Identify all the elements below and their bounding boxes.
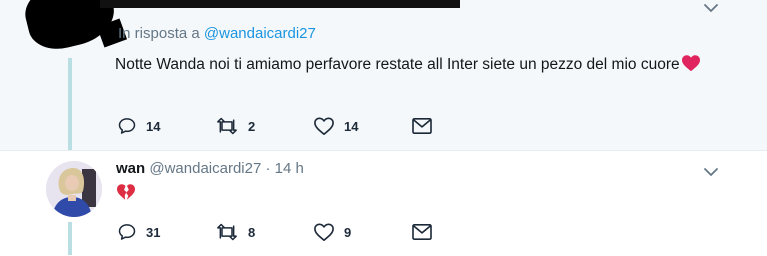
retweet-button[interactable]: 8 (215, 222, 313, 242)
envelope-icon (412, 117, 432, 135)
direct-message-button[interactable] (411, 223, 451, 241)
reply-icon (118, 224, 136, 240)
reply-icon (118, 118, 136, 134)
reply-prefix: In risposta a (118, 25, 204, 42)
like-count: 9 (344, 224, 352, 240)
redacted-name (100, 0, 460, 8)
reply-button[interactable]: 31 (117, 222, 215, 242)
separator: · (261, 160, 275, 177)
thread-line (68, 58, 72, 150)
chevron-down-icon[interactable] (703, 3, 719, 13)
like-icon (314, 223, 334, 241)
tweet-header: wan @wandaicardi27 · 14 h (116, 160, 304, 177)
retweet-icon (217, 223, 237, 241)
like-icon (314, 117, 334, 135)
user-handle[interactable]: @wandaicardi27 (149, 160, 261, 177)
reply-count: 14 (146, 118, 161, 134)
tweet-actions: 14 2 14 (117, 115, 451, 137)
retweet-icon (217, 117, 237, 135)
chevron-down-icon[interactable] (703, 167, 719, 177)
direct-message-button[interactable] (411, 117, 451, 135)
retweet-button[interactable]: 2 (215, 116, 313, 136)
envelope-icon (412, 223, 432, 241)
tweet-body: Notte Wanda noi ti amiamo perfavore rest… (115, 56, 680, 73)
like-button[interactable]: 9 (313, 222, 411, 242)
tweet-actions: 31 8 9 (117, 221, 451, 243)
retweet-count: 8 (248, 224, 256, 240)
reply-mention-link[interactable]: @wandaicardi27 (204, 25, 316, 42)
thread-line (68, 222, 72, 255)
timestamp[interactable]: 14 h (275, 160, 304, 177)
broken-heart-icon (117, 184, 135, 200)
avatar[interactable] (46, 161, 102, 217)
retweet-count: 2 (248, 118, 256, 134)
reply-count: 31 (146, 224, 161, 240)
reply-context: In risposta a @wandaicardi27 (118, 25, 316, 42)
like-button[interactable]: 14 (313, 116, 411, 136)
reply-button[interactable]: 14 (117, 116, 215, 136)
avatar-photo (46, 161, 102, 217)
like-count: 14 (344, 118, 359, 134)
red-heart-icon (681, 55, 700, 72)
tweet-text: Notte Wanda noi ti amiamo perfavore rest… (115, 52, 715, 77)
reply-tweet[interactable]: In risposta a @wandaicardi27 Notte Wanda… (0, 0, 767, 150)
display-name[interactable]: wan (116, 160, 145, 177)
